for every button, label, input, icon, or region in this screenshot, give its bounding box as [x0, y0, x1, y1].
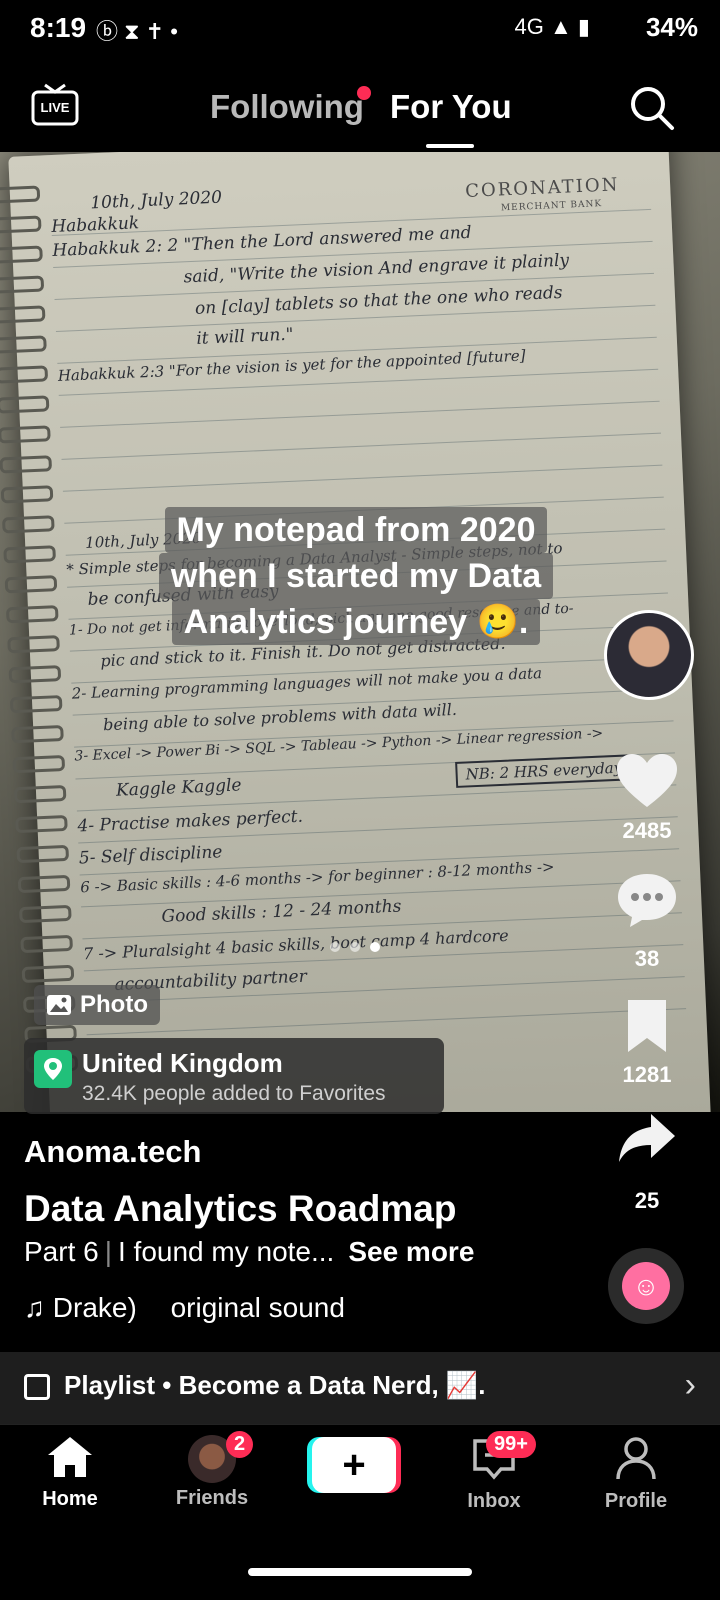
save-button[interactable]	[612, 998, 682, 1059]
share-icon	[619, 1114, 675, 1162]
nav-inbox[interactable]: Inbox 99+	[434, 1431, 554, 1513]
status-bar: 8:19 ⓑ ⧗ ✝ • 4G ▲ ▮ 34%	[0, 0, 720, 56]
creator-avatar[interactable]	[604, 610, 694, 700]
notebook-line: 10th, July 2020	[89, 187, 223, 214]
network-label: 4G	[514, 14, 544, 39]
location-chip[interactable]: United Kingdom 32.4K people added to Fav…	[24, 1038, 444, 1114]
friends-badge: 2	[226, 1431, 254, 1458]
notebook-line: it will run."	[195, 324, 294, 349]
playlist-bar[interactable]: Playlist • Become a Data Nerd, 📈. ›	[0, 1352, 720, 1424]
plus-icon: +	[342, 1442, 366, 1487]
battery-level: 34%	[645, 12, 698, 42]
top-nav: LIVE Following For You	[0, 60, 720, 152]
location-favorites: 32.4K people added to Favorites	[82, 1082, 386, 1105]
following-new-dot	[357, 86, 371, 100]
home-indicator[interactable]	[248, 1568, 472, 1576]
post-description: Part 6 | I found my note... See more	[24, 1236, 475, 1267]
location-pin-icon	[34, 1050, 72, 1088]
comment-button[interactable]	[612, 870, 682, 935]
notebook-line: 7 -> Pluralsight 4 basic skills, boot ca…	[82, 925, 509, 964]
heart-icon	[617, 754, 677, 807]
save-count: 1281	[622, 1062, 672, 1087]
live-label: LIVE	[40, 100, 70, 115]
inbox-badge: 99+	[486, 1431, 536, 1458]
live-button[interactable]: LIVE	[30, 82, 80, 128]
share-button[interactable]	[612, 1110, 682, 1171]
photo-badge-label: Photo	[80, 991, 148, 1018]
description-text: I found my note...	[117, 1236, 335, 1267]
caption-line: My notepad from 2020	[164, 507, 548, 553]
search-icon	[631, 87, 674, 130]
location-name: United Kingdom	[82, 1048, 283, 1078]
see-more-button[interactable]: See more	[348, 1236, 474, 1267]
create-button[interactable]: +	[312, 1437, 396, 1493]
nav-profile-label: Profile	[604, 1490, 668, 1512]
status-time: 8:19	[30, 12, 87, 43]
share-count: 25	[634, 1188, 660, 1213]
nav-friends[interactable]: Friends 2	[152, 1431, 272, 1510]
notebook-line: Kaggle Kaggle	[115, 775, 242, 801]
nav-inbox-label: Inbox	[467, 1490, 521, 1512]
notebook-note-box: NB: 2 HRS everyday	[455, 754, 633, 788]
caption-overlay: My notepad from 2020 when I started my D…	[156, 507, 556, 645]
caption-line: Analytics journey 🥲.	[171, 599, 541, 645]
home-icon	[48, 1437, 92, 1477]
sound-artist: Drake)	[52, 1292, 137, 1323]
profile-icon	[616, 1437, 656, 1480]
description-part: Part 6	[24, 1236, 99, 1267]
notebook-line: on [clay] tablets so that the one who re…	[194, 282, 563, 319]
nav-profile[interactable]: Profile	[576, 1435, 696, 1513]
like-count: 2485	[622, 818, 672, 843]
notebook-line: 5- Self discipline	[78, 842, 223, 869]
search-button[interactable]	[628, 84, 676, 137]
status-notification-icons: ⓑ ⧗ ✝ •	[96, 19, 178, 44]
music-note-icon: ♫	[24, 1292, 45, 1323]
carousel-dots	[330, 942, 380, 952]
sound-row[interactable]: ♫ Drake) original sound	[24, 1292, 345, 1324]
tab-following[interactable]: Following	[210, 88, 364, 126]
caption-line: when I started my Data	[158, 553, 554, 599]
post-title: Data Analytics Roadmap	[24, 1188, 457, 1229]
active-tab-indicator	[426, 144, 474, 148]
nav-home[interactable]: Home	[10, 1435, 130, 1511]
notebook-brand: CORONATION	[464, 174, 620, 202]
like-button[interactable]	[612, 752, 682, 815]
playlist-icon	[24, 1374, 50, 1400]
playlist-label: Playlist • Become a Data Nerd, 📈.	[64, 1370, 486, 1400]
author-name[interactable]: Anoma.tech	[24, 1134, 201, 1170]
comment-count: 38	[634, 946, 660, 971]
sound-disc-art: ☺	[622, 1262, 670, 1310]
nav-home-label: Home	[42, 1488, 98, 1510]
notebook-line: said, "Write the vision And engrave it p…	[183, 250, 570, 288]
photo-icon	[47, 995, 71, 1015]
bottom-nav: Home Friends 2 + Inbox 99+ Profile	[0, 1424, 720, 1565]
notebook-line: Habakkuk	[50, 213, 140, 238]
bookmark-icon	[628, 1000, 666, 1052]
photo-badge: Photo	[34, 985, 160, 1025]
notebook-line: 4- Practise makes perfect.	[77, 806, 304, 837]
tab-for-you[interactable]: For You	[390, 88, 512, 126]
status-signal-icons: 4G ▲ ▮	[514, 14, 590, 39]
sound-name: original sound	[170, 1292, 345, 1323]
nav-friends-label: Friends	[175, 1487, 249, 1509]
comment-icon	[618, 874, 676, 927]
chevron-right-icon: ›	[684, 1366, 696, 1404]
